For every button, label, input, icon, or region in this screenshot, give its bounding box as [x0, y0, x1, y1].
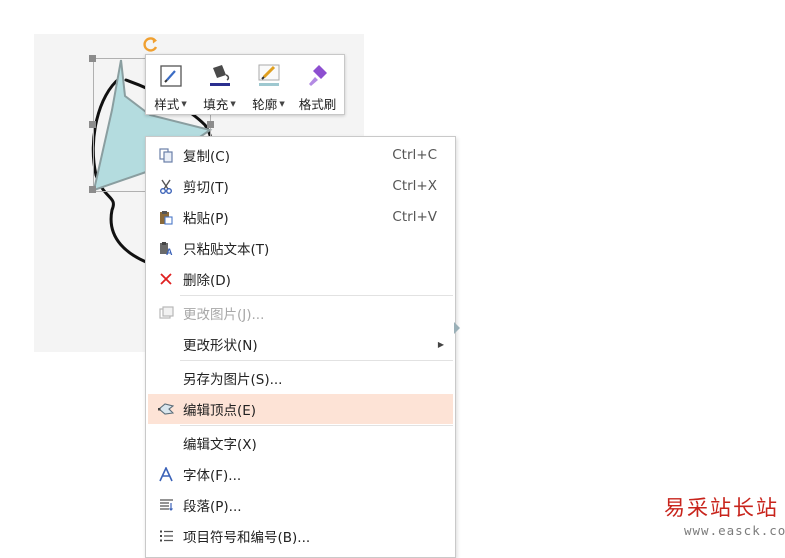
- menu-item-edit-points[interactable]: 编辑顶点(E): [148, 394, 453, 424]
- menu-item-change-picture: 更改图片(J)...: [148, 298, 453, 328]
- font-icon: [158, 466, 174, 482]
- menu-separator: [180, 295, 453, 296]
- watermark-url: www.easck.com: [684, 523, 785, 538]
- menu-item-label: 复制(C): [183, 149, 230, 165]
- chevron-down-icon: ▼: [181, 99, 187, 108]
- change-picture-icon: [158, 305, 174, 321]
- menu-item-font[interactable]: 字体(F)...: [148, 459, 453, 489]
- chevron-down-icon: ▼: [230, 99, 236, 108]
- menu-item-delete[interactable]: 删除(D): [148, 264, 453, 294]
- menu-item-label: 更改形状(N): [183, 338, 258, 354]
- fill-bucket-icon: [209, 65, 230, 86]
- menu-item-cut[interactable]: 剪切(T) Ctrl+X: [148, 171, 453, 201]
- resize-handle-tl[interactable]: [89, 55, 96, 62]
- shortcut-text: Ctrl+X: [392, 178, 437, 194]
- style-label: 样式: [154, 97, 180, 112]
- menu-item-label: 另存为图片(S)...: [183, 372, 283, 388]
- paste-icon: [158, 209, 174, 225]
- resize-handle-ml[interactable]: [89, 121, 96, 128]
- menu-item-label: 项目符号和编号(B)...: [183, 530, 311, 546]
- shortcut-text: Ctrl+V: [392, 209, 437, 225]
- paste-text-icon: A: [158, 240, 174, 256]
- menu-item-label: 删除(D): [183, 273, 231, 289]
- submenu-arrow-icon: ▶: [437, 339, 444, 349]
- context-menu: 复制(C) Ctrl+C 剪切(T) Ctrl+X 粘贴(P) Ctrl+V A…: [145, 136, 456, 558]
- menu-item-copy[interactable]: 复制(C) Ctrl+C: [148, 140, 453, 170]
- menu-item-paragraph[interactable]: 段落(P)...: [148, 490, 453, 520]
- menu-item-label: 段落(P)...: [183, 499, 242, 515]
- scissors-icon: [158, 178, 174, 194]
- menu-item-change-shape[interactable]: 更改形状(N) ▶: [148, 329, 453, 359]
- menu-item-label: 剪切(T): [183, 180, 229, 196]
- fill-button[interactable]: 填充 ▼: [195, 55, 244, 114]
- delete-x-icon: [158, 271, 174, 287]
- outline-button[interactable]: 轮廓 ▼: [244, 55, 293, 114]
- menu-item-label: 编辑文字(X): [183, 437, 257, 453]
- rotate-handle-icon[interactable]: [142, 35, 160, 53]
- format-painter-button[interactable]: 格式刷: [293, 55, 342, 114]
- menu-item-edit-text[interactable]: 编辑文字(X): [148, 428, 453, 458]
- menu-item-label: 编辑顶点(E): [183, 403, 257, 419]
- menu-item-label: 字体(F)...: [183, 468, 242, 484]
- menu-item-paste-text-only[interactable]: A 只粘贴文本(T): [148, 233, 453, 263]
- style-icon: [159, 65, 182, 87]
- resize-handle-bl[interactable]: [89, 186, 96, 193]
- paragraph-icon: [158, 497, 174, 513]
- outline-pen-icon: [258, 64, 279, 86]
- format-painter-label: 格式刷: [298, 97, 337, 112]
- svg-text:A: A: [166, 247, 173, 256]
- watermark-site-name: 易采站长站: [664, 496, 779, 520]
- menu-item-save-as-picture[interactable]: 另存为图片(S)...: [148, 363, 453, 393]
- outline-label: 轮廓: [252, 97, 278, 112]
- style-button[interactable]: 样式 ▼: [146, 55, 195, 114]
- menu-item-label: 粘贴(P): [183, 211, 229, 227]
- menu-separator: [180, 360, 453, 361]
- shortcut-text: Ctrl+C: [392, 147, 437, 163]
- fill-label: 填充: [203, 97, 229, 112]
- menu-item-paste[interactable]: 粘贴(P) Ctrl+V: [148, 202, 453, 232]
- menu-item-label: 只粘贴文本(T): [183, 242, 270, 258]
- format-painter-icon: [308, 65, 327, 86]
- chevron-down-icon: ▼: [279, 99, 285, 108]
- resize-handle-mr[interactable]: [207, 121, 214, 128]
- menu-item-label: 更改图片(J)...: [183, 307, 265, 323]
- menu-separator: [180, 425, 453, 426]
- bullets-icon: [158, 528, 174, 544]
- panel-arrow-icon: [454, 322, 460, 334]
- copy-icon: [158, 147, 174, 163]
- mini-toolbar: 样式 ▼ 填充 ▼ 轮廓 ▼ 格式刷: [145, 54, 345, 115]
- edit-points-icon: [158, 401, 174, 417]
